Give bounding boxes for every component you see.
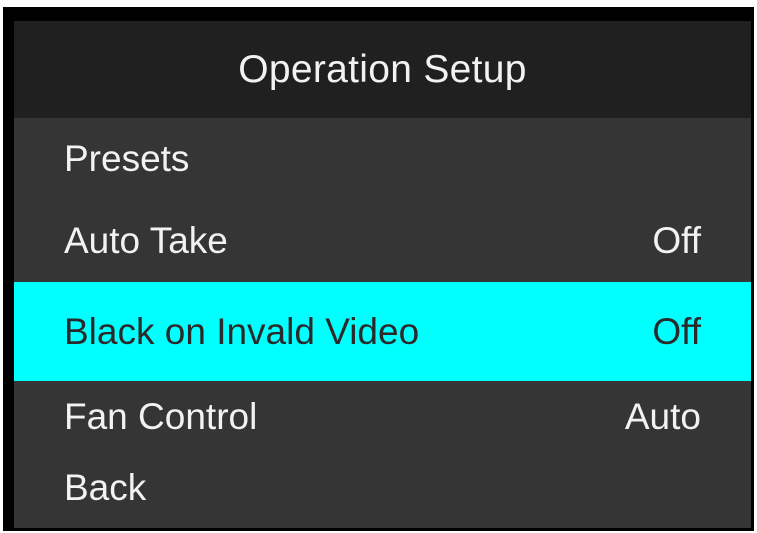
menu-item-back[interactable]: Back	[14, 453, 751, 528]
menu-item-label: Black on Invald Video	[64, 310, 420, 352]
menu-item-label: Auto Take	[64, 220, 228, 261]
menu-item-fan-control[interactable]: Fan Control Auto	[14, 381, 751, 453]
menu-item-value: Off	[652, 310, 701, 352]
menu-item-label: Fan Control	[64, 396, 258, 437]
menu-item-auto-take[interactable]: Auto Take Off	[14, 200, 751, 282]
osd-screen: Operation Setup Presets Auto Take Off Bl…	[3, 7, 754, 531]
menu-item-label: Presets	[64, 138, 190, 179]
menu-title: Operation Setup	[14, 21, 751, 118]
menu-item-value: Auto	[624, 396, 701, 437]
menu-item-black-on-invalid-video[interactable]: Black on Invald Video Off	[14, 282, 751, 381]
operation-setup-menu: Operation Setup Presets Auto Take Off Bl…	[14, 21, 751, 528]
menu-item-presets[interactable]: Presets	[14, 118, 751, 200]
menu-item-label: Back	[64, 466, 147, 508]
menu-item-value: Off	[652, 220, 701, 261]
